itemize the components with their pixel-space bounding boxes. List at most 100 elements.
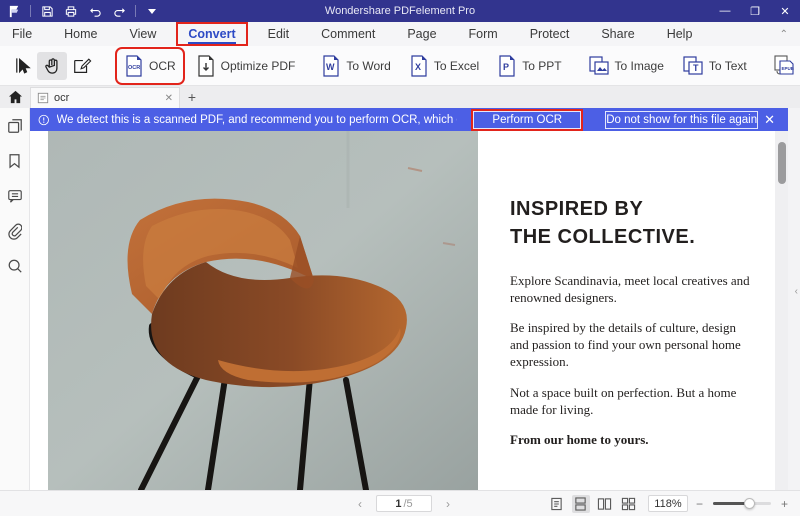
menu-convert[interactable]: Convert (176, 22, 248, 46)
menu-comment[interactable]: Comment (311, 24, 385, 44)
home-icon (8, 90, 22, 104)
current-page: 1 (395, 497, 402, 510)
tab-label: ocr (54, 92, 70, 104)
continuous-view-icon[interactable] (571, 494, 590, 513)
view-tools: 118% − + (548, 494, 790, 513)
new-tab-button[interactable]: + (180, 86, 204, 108)
scrollbar-thumb[interactable] (777, 142, 786, 184)
page-navigation: ‹ 1 /5 › (358, 495, 450, 512)
pdf-closing-line: From our home to yours. (510, 431, 649, 447)
to-epub-button[interactable]: EPUB (768, 50, 800, 81)
to-word-icon: W (323, 54, 339, 77)
right-panel-strip (788, 108, 800, 490)
customize-toolbar-caret-icon[interactable] (144, 3, 160, 19)
page-number-box[interactable]: 1 /5 (376, 495, 432, 512)
single-page-view-icon[interactable] (548, 495, 566, 513)
minimize-button[interactable]: — (710, 0, 740, 22)
ocr-label: OCR (149, 58, 176, 73)
save-icon[interactable] (39, 3, 55, 19)
pdf-page[interactable]: INSPIRED BY THE COLLECTIVE. Explore Scan… (30, 131, 770, 490)
to-word-button[interactable]: W To Word (316, 51, 395, 81)
menu-home[interactable]: Home (54, 24, 107, 44)
tab-close-icon[interactable]: ✕ (165, 93, 173, 104)
redo-icon[interactable] (111, 3, 127, 19)
zoom-slider[interactable] (712, 498, 771, 509)
banner-close-icon[interactable]: ✕ (758, 112, 781, 128)
comments-panel-icon[interactable] (5, 186, 25, 206)
close-button[interactable]: ✕ (770, 0, 800, 22)
undo-icon[interactable] (87, 3, 103, 19)
two-page-view-icon[interactable] (596, 495, 614, 513)
zoom-in-button[interactable]: + (779, 497, 790, 511)
to-excel-icon: X (411, 54, 427, 77)
vertical-scrollbar[interactable] (775, 131, 788, 490)
previous-page-icon[interactable]: ‹ (358, 497, 362, 511)
pdf-heading-line1: INSPIRED BY (510, 198, 644, 220)
menu-view[interactable]: View (120, 24, 167, 44)
grid-view-icon[interactable] (620, 495, 638, 513)
bookmarks-panel-icon[interactable] (5, 151, 25, 171)
svg-text:OCR: OCR (128, 65, 140, 71)
titlebar-separator (30, 5, 31, 17)
select-arrow-icon (16, 57, 31, 74)
svg-text:X: X (415, 62, 421, 72)
to-text-label: To Text (708, 58, 747, 73)
right-panel-expander-chevron[interactable]: ‹ (795, 286, 798, 297)
search-panel-icon[interactable] (5, 256, 25, 276)
print-icon[interactable] (63, 3, 79, 19)
document-tab[interactable]: ocr ✕ (30, 87, 180, 108)
info-icon (38, 114, 49, 125)
do-not-show-button[interactable]: Do not show for this file again (605, 110, 759, 129)
pdf-paragraph: Not a space built on perfection. But a h… (510, 384, 737, 417)
to-ppt-button[interactable]: P To PPT (492, 51, 566, 81)
menu-form[interactable]: Form (459, 24, 508, 44)
menu-bar: File Home View Convert Edit Comment Page… (0, 22, 800, 46)
thumbnails-panel-icon[interactable] (5, 116, 25, 136)
to-image-label: To Image (614, 58, 664, 73)
menu-share[interactable]: Share (591, 24, 644, 44)
optimize-pdf-button[interactable]: Optimize PDF (191, 51, 301, 81)
to-ppt-label: To PPT (522, 58, 562, 73)
next-page-icon[interactable]: › (446, 497, 450, 511)
menu-page[interactable]: Page (397, 24, 446, 44)
menu-help[interactable]: Help (657, 24, 703, 44)
zoom-slider-thumb[interactable] (743, 498, 755, 509)
to-epub-icon: EPUB (774, 55, 794, 75)
home-tab-button[interactable] (0, 86, 30, 108)
to-text-button[interactable]: T To Text (677, 51, 752, 81)
ocr-notification-banner: We detect this is a scanned PDF, and rec… (30, 108, 793, 131)
hand-icon (45, 57, 58, 74)
app-window: Wondershare PDFelement Pro — ❐ ✕ File Ho… (0, 0, 800, 516)
zoom-slider-fill (712, 502, 747, 505)
svg-text:EPUB: EPUB (781, 66, 794, 71)
edit-icon (74, 57, 92, 73)
attachments-panel-icon[interactable] (5, 221, 25, 241)
pdf-paragraph: Explore Scandinavia, meet local creative… (510, 272, 750, 305)
menu-protect[interactable]: Protect (520, 24, 580, 44)
hand-tool-button[interactable] (37, 51, 67, 80)
optimize-pdf-label: Optimize PDF (220, 58, 296, 73)
title-bar: Wondershare PDFelement Pro — ❐ ✕ (0, 0, 800, 22)
zoom-level-box[interactable]: 118% (647, 495, 688, 512)
titlebar-separator (135, 5, 136, 17)
chair-photo (48, 131, 478, 490)
zoom-out-button[interactable]: − (694, 497, 705, 511)
ribbon-collapse-icon[interactable]: ⌃ (780, 29, 788, 40)
menu-file[interactable]: File (2, 24, 42, 44)
menu-edit[interactable]: Edit (258, 24, 300, 44)
pdf-text-block: INSPIRED BY THE COLLECTIVE. Explore Scan… (510, 195, 758, 448)
edit-tool-button[interactable] (67, 52, 97, 80)
total-pages: /5 (403, 497, 413, 510)
app-logo-icon (6, 3, 22, 19)
left-panel-sidebar (0, 108, 30, 490)
maximize-button[interactable]: ❐ (740, 0, 770, 22)
select-tool-button[interactable] (8, 52, 37, 80)
pdf-heading-line2: THE COLLECTIVE. (510, 226, 696, 249)
perform-ocr-button[interactable]: Perform OCR (473, 110, 582, 129)
ocr-button[interactable]: OCR OCR (115, 46, 185, 85)
to-image-button[interactable]: To Image (583, 51, 669, 81)
to-ppt-icon: P (499, 54, 515, 77)
perform-ocr-annotation-box: Perform OCR (471, 108, 584, 131)
to-excel-button[interactable]: X To Excel (404, 51, 484, 81)
to-word-label: To Word (346, 58, 391, 73)
